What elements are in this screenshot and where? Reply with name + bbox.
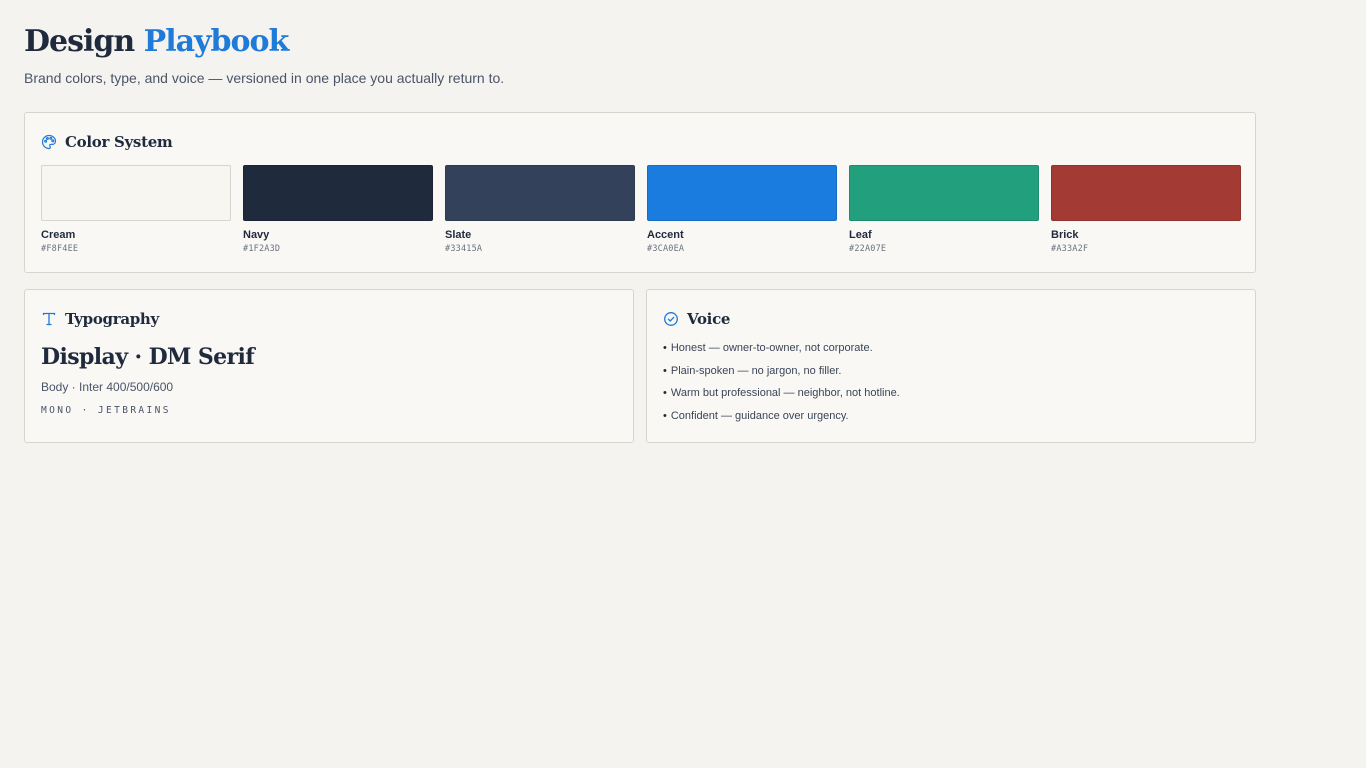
swatch-name: Navy xyxy=(243,229,270,241)
swatch-hex: #33415A xyxy=(445,244,483,254)
swatch-chip xyxy=(445,165,635,221)
voice-item-text: Confident — guidance over urgency. xyxy=(670,409,849,422)
voice-item: • Honest — owner-to-owner, not corporate. xyxy=(663,341,900,364)
bullet: • xyxy=(663,409,667,422)
swatch-hex: #22A07E xyxy=(849,244,887,254)
voice-title: Voice xyxy=(687,310,731,328)
swatch-brick[interactable]: Brick #A33A2F xyxy=(1051,165,1241,256)
mono-font-sample: MONO · JETBRAINS xyxy=(41,405,171,416)
voice-header: Voice xyxy=(663,308,730,330)
color-system-title: Color System xyxy=(65,133,173,151)
swatch-hex: #1F2A3D xyxy=(243,244,281,254)
voice-item-text: Plain-spoken — no jargon, no filler. xyxy=(670,364,842,377)
swatch-cream[interactable]: Cream #F8F4EE xyxy=(41,165,231,256)
display-font-sample: Display · DM Serif xyxy=(41,344,255,370)
swatch-hex: #A33A2F xyxy=(1051,244,1089,254)
page-title-accent: Playbook xyxy=(143,24,290,59)
swatch-slate[interactable]: Slate #33415A xyxy=(445,165,635,256)
swatch-chip xyxy=(647,165,837,221)
body-font-sample: Body · Inter 400/500/600 xyxy=(41,380,174,394)
swatch-hex: #3CA0EA xyxy=(647,244,685,254)
voice-item: • Warm but professional — neighbor, not h… xyxy=(663,386,900,409)
bullet: • xyxy=(663,342,667,354)
swatch-name: Accent xyxy=(647,229,684,241)
swatch-name: Leaf xyxy=(849,229,872,241)
swatch-hex: #F8F4EE xyxy=(41,244,79,254)
swatch-leaf[interactable]: Leaf #22A07E xyxy=(849,165,1039,256)
typography-title: Typography xyxy=(65,310,159,328)
check-circle-icon xyxy=(663,311,679,327)
palette-icon xyxy=(41,134,57,150)
swatch-name: Slate xyxy=(445,229,472,241)
voice-item: • Confident — guidance over urgency. xyxy=(663,409,900,432)
swatch-name: Brick xyxy=(1051,229,1079,241)
swatch-name: Cream xyxy=(41,229,76,241)
swatch-chip xyxy=(1051,165,1241,221)
voice-card: Voice • Honest — owner-to-owner, not corp… xyxy=(646,289,1256,443)
type-icon xyxy=(41,311,57,327)
bullet: • xyxy=(663,387,667,399)
typography-card: Typography Display · DM Serif Body · Int… xyxy=(24,289,634,443)
page-title: Design Playbook xyxy=(24,22,290,62)
voice-item: • Plain-spoken — no jargon, no filler. xyxy=(663,364,900,387)
swatch-navy[interactable]: Navy #1F2A3D xyxy=(243,165,433,256)
voice-item-text: Honest — owner-to-owner, not corporate. xyxy=(670,342,873,354)
color-system-header: Color System xyxy=(41,131,173,153)
voice-item-text: Warm but professional — neighbor, not ho… xyxy=(670,387,900,399)
swatch-row: Cream #F8F4EE Navy #1F2A3D Slate #33415A… xyxy=(41,165,1241,256)
typography-header: Typography xyxy=(41,308,159,330)
swatch-accent[interactable]: Accent #3CA0EA xyxy=(647,165,837,256)
bullet: • xyxy=(663,364,667,377)
swatch-chip xyxy=(849,165,1039,221)
page-subtitle: Brand colors, type, and voice — versione… xyxy=(24,70,505,86)
swatch-chip xyxy=(41,165,231,221)
swatch-chip xyxy=(243,165,433,221)
page-title-main: Design xyxy=(24,24,135,59)
voice-list: • Honest — owner-to-owner, not corporate.… xyxy=(663,341,900,431)
color-system-card: Color System Cream #F8F4EE Navy #1F2A3D … xyxy=(24,112,1256,273)
